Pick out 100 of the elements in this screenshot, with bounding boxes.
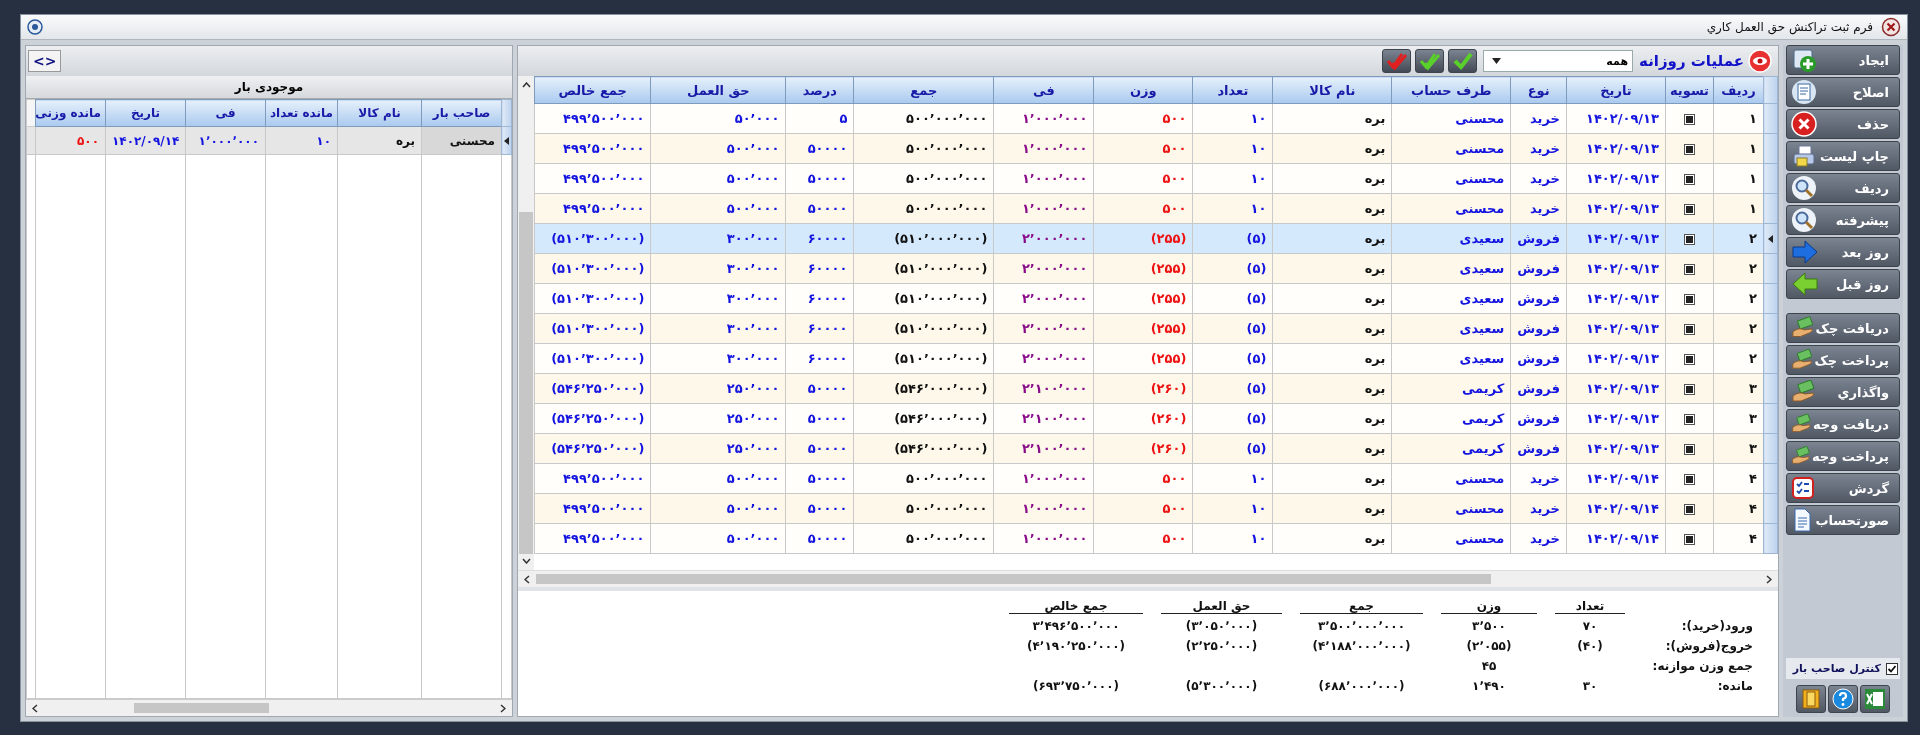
table-cell: ۲٬۰۰۰٬۰۰۰ [993,343,1094,374]
column-header[interactable]: فی [185,99,266,127]
checkbox[interactable] [1684,354,1695,365]
column-header[interactable]: جمع [853,76,994,104]
sidebar-button[interactable]: روز بعد [1786,237,1900,267]
checkbox[interactable] [1684,294,1695,305]
column-header[interactable]: درصد [785,76,854,104]
toggle-button[interactable]: <> [28,50,62,72]
horizontal-scrollbar[interactable] [26,699,512,716]
sidebar-button[interactable]: صورتحساب [1786,505,1900,535]
table-cell: فروش [1510,373,1567,404]
table-cell: ۱ [1713,193,1764,224]
scroll-down-icon[interactable] [521,558,531,564]
table-cell: ۱۰ [1192,163,1273,194]
sidebar-button[interactable]: گردش [1786,473,1900,503]
close-icon[interactable] [1881,17,1901,37]
checkbox[interactable] [1684,264,1695,275]
table-cell: (۵۴۶٬۰۰۰٬۰۰۰) [853,433,994,464]
table-cell: ۵۰۰٬۰۰۰٬۰۰۰ [853,163,994,194]
checkbox[interactable] [1684,114,1695,125]
sidebar-button[interactable]: پیشرفته [1786,205,1900,235]
table-cell: ۲٬۰۰۰٬۰۰۰ [993,313,1094,344]
sidebar-button[interactable]: دریافت وجه [1786,409,1900,439]
column-header[interactable]: وزن [1093,76,1193,104]
filter-dropdown[interactable]: همه [1483,50,1634,72]
column-header[interactable]: تسویه [1665,76,1714,104]
checkbox[interactable] [1684,414,1695,425]
column-header[interactable]: تاریخ [1566,76,1666,104]
column-header[interactable]: نوع [1510,76,1567,104]
table-cell: ۱۰ [1192,493,1273,524]
exit-button[interactable] [1796,685,1826,713]
sidebar-button[interactable]: واگذاري [1786,377,1900,407]
checkbox[interactable] [1684,324,1695,335]
table-cell: ۵۰۰ [1093,523,1193,554]
row-header[interactable] [1763,223,1778,254]
column-header[interactable]: تاریخ [105,99,186,127]
table-cell: (۲۶۰) [1093,433,1193,464]
checkbox[interactable] [1684,474,1695,485]
checkbox[interactable] [1684,204,1695,215]
table-cell: ۲٬۱۰۰٬۰۰۰ [993,433,1094,464]
eye-icon[interactable] [1748,49,1772,73]
summary-value: ۴۵ [1481,659,1497,673]
scroll-right-icon[interactable] [500,703,506,713]
sidebar-button[interactable]: ایجاد [1786,45,1900,75]
table-cell: (۵) [1192,343,1273,374]
table-cell: ۵۰۰۰۰ [785,163,854,194]
column-header[interactable]: مانده وزنی [35,99,106,127]
summary-heading: تعداد [1555,598,1625,614]
sidebar-button[interactable]: دریافت چک [1786,313,1900,343]
sidebar-button[interactable]: چاپ لیست [1786,141,1900,171]
table-cell: ۵۰۰۰۰ [785,523,854,554]
sidebar-button[interactable]: روز قبل [1786,269,1900,299]
summary-label: جمع وزن موازنه: [1651,659,1753,673]
checkbox[interactable] [1684,504,1695,515]
table-cell: سعیدی [1391,343,1511,374]
column-header[interactable]: طرف حساب [1391,76,1511,104]
checkbox[interactable] [1684,444,1695,455]
checkbox[interactable] [1684,534,1695,545]
scroll-up-icon[interactable] [521,82,531,88]
table-cell: خرید [1510,523,1567,554]
check-button[interactable] [1448,49,1478,73]
column-header[interactable]: فی [993,76,1094,104]
sidebar-button[interactable]: ردیف [1786,173,1900,203]
table-cell: ۱ [1713,163,1764,194]
sidebar-button[interactable]: پرداخت چک [1786,345,1900,375]
sidebar-button[interactable]: حذف [1786,109,1900,139]
summary-value: (۶۹۳٬۷۵۰٬۰۰۰) [1032,679,1119,693]
scroll-right-icon[interactable] [1766,574,1772,584]
table-cell: (۲۵۵) [1093,223,1193,254]
row-header[interactable] [501,126,512,155]
help-button[interactable] [1828,685,1858,713]
table-cell: (۵۱۰٬۰۰۰٬۰۰۰) [853,283,994,314]
cash-hand-icon [1791,348,1815,372]
column-header[interactable]: صاحب بار [421,99,502,127]
checkbox[interactable] [1684,384,1695,395]
vertical-scrollbar[interactable] [518,76,534,570]
checkbox[interactable] [1886,662,1898,675]
table-cell: ۱۴۰۲/۰۹/۱۳ [1566,283,1666,314]
scroll-left-icon[interactable] [32,703,38,713]
sidebar-button[interactable]: پرداخت وجه [1786,441,1900,471]
column-header[interactable]: ردیف [1713,76,1764,104]
column-header[interactable]: مانده تعداد [265,99,338,127]
horizontal-scrollbar[interactable] [518,570,1778,587]
checkbox[interactable] [1684,144,1695,155]
table-cell: ۲ [1713,283,1764,314]
column-header[interactable]: نام کالا [1272,76,1392,104]
check-button[interactable] [1382,49,1412,73]
column-header[interactable]: جمع خالص [534,76,651,104]
table-cell: بره [1272,283,1392,314]
column-header[interactable]: نام کالا [337,99,422,127]
column-header[interactable]: تعداد [1192,76,1273,104]
checkbox[interactable] [1684,174,1695,185]
check-button[interactable] [1415,49,1445,73]
summary-heading: جمع [1300,598,1423,614]
excel-button[interactable] [1860,685,1890,713]
table-cell: ۳ [1713,433,1764,464]
checkbox[interactable] [1684,234,1695,245]
scroll-left-icon[interactable] [524,574,530,584]
column-header[interactable]: حق العمل [650,76,786,104]
sidebar-button[interactable]: اصلاح [1786,77,1900,107]
